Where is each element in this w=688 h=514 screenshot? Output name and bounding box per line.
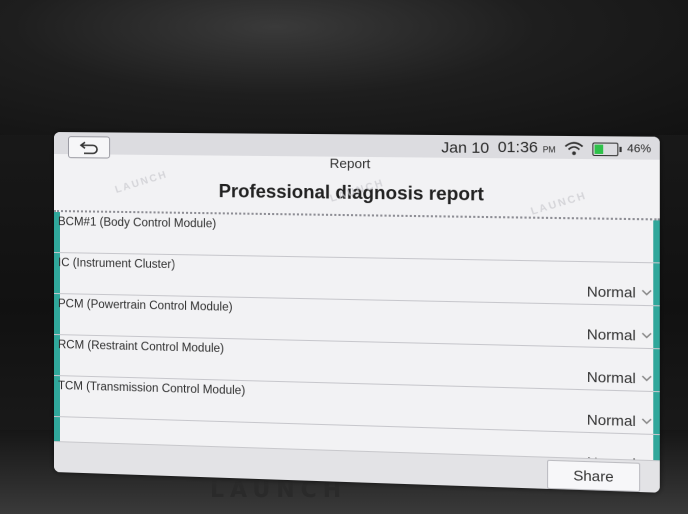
chevron-down-icon[interactable] <box>640 286 653 299</box>
chevron-down-icon[interactable] <box>640 329 653 342</box>
module-name: IC (Instrument Cluster) <box>57 257 176 272</box>
module-status: Normal <box>586 411 636 430</box>
wifi-icon <box>564 141 583 156</box>
report-module-list: BCM#1 (Body Control Module) IC (Instrumen… <box>54 212 660 479</box>
module-name: PCM (Powertrain Control Module) <box>57 298 233 314</box>
battery-icon <box>592 141 619 156</box>
module-status: Normal <box>586 368 636 387</box>
module-name: TCM (Transmission Control Module) <box>57 380 246 398</box>
device-bezel-top <box>0 0 688 135</box>
status-clock: 01:36 PM <box>498 139 556 158</box>
module-name: RCM (Restraint Control Module) <box>57 339 225 356</box>
status-date: Jan 10 <box>441 138 490 157</box>
share-button[interactable]: Share <box>547 459 641 493</box>
module-name: BCM#1 (Body Control Module) <box>57 216 217 231</box>
chevron-down-icon[interactable] <box>640 372 653 385</box>
status-time: 01:36 <box>497 138 538 157</box>
status-ampm: PM <box>542 145 556 155</box>
battery-percentage: 46% <box>627 142 652 156</box>
chevron-down-icon[interactable] <box>640 415 653 428</box>
device-brand-logo: LAUNCH <box>210 478 348 503</box>
device-screen: Jan 10 01:36 PM 46% Report Professional … <box>54 132 660 493</box>
module-status: Normal <box>586 325 636 344</box>
battery-fill <box>594 144 604 154</box>
module-status: Normal <box>586 282 636 301</box>
